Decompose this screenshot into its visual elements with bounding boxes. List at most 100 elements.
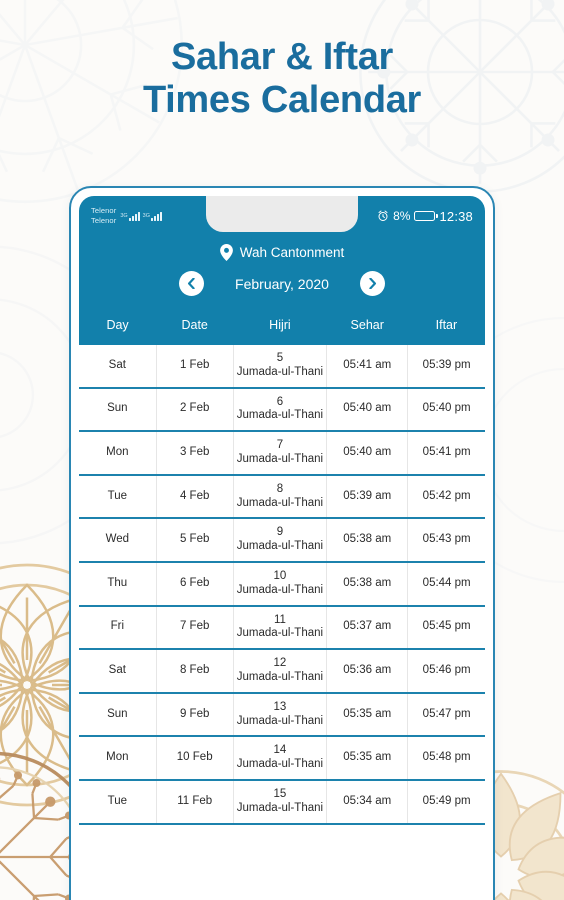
hijri-day-number: 14 <box>273 744 287 757</box>
cell-date: 4 Feb <box>156 474 234 520</box>
signal-bars-icon-sim2 <box>151 211 162 221</box>
hijri-day-number: 12 <box>273 657 287 670</box>
column-header-sehar: Sehar <box>326 306 408 345</box>
table-row[interactable]: Mon 10 Feb 14 Jumada-ul-Thani 05:35 am 05:48 … <box>79 736 485 781</box>
alarm-clock-icon <box>378 210 388 221</box>
hijri-month-name: Jumada-ul-Thani <box>236 801 324 814</box>
cell-hijri: 15 Jumada-ul-Thani <box>233 779 328 825</box>
month-navigation: February, 2020 <box>79 261 485 296</box>
chevron-right-icon <box>369 278 377 289</box>
signal-sim2: 3G <box>143 211 162 221</box>
hijri-month-name: Jumada-ul-Thani <box>236 758 324 771</box>
cell-sehar: 05:35 am <box>326 736 409 781</box>
cell-iftar: 05:42 pm <box>407 474 485 520</box>
cell-hijri: 12 Jumada-ul-Thani <box>233 649 328 694</box>
map-pin-icon <box>219 244 233 261</box>
cell-iftar: 05:47 pm <box>407 692 485 738</box>
hijri-month-name: Jumada-ul-Thani <box>236 496 324 509</box>
cell-date: 5 Feb <box>156 518 234 563</box>
cell-day: Tue <box>79 779 157 825</box>
cell-hijri: 7 Jumada-ul-Thani <box>233 431 328 476</box>
cell-sehar: 05:41 am <box>326 345 409 389</box>
hijri-day-number: 9 <box>276 526 284 539</box>
cell-iftar: 05:49 pm <box>407 779 485 825</box>
previous-month-button[interactable] <box>179 271 204 296</box>
cell-sehar: 05:35 am <box>326 692 409 738</box>
cell-date: 2 Feb <box>156 387 234 433</box>
location-label: Wah Cantonment <box>239 245 345 260</box>
hijri-day-number: 13 <box>273 700 287 713</box>
table-header: Day Date Hijri Sehar Iftar <box>79 306 485 345</box>
cell-sehar: 05:40 am <box>326 431 409 476</box>
table-row[interactable]: Sat 8 Feb 12 Jumada-ul-Thani 05:36 am 05:46 p… <box>79 649 485 694</box>
cell-hijri: 6 Jumada-ul-Thani <box>233 387 328 433</box>
cell-sehar: 05:36 am <box>326 649 409 694</box>
cell-day: Tue <box>79 474 157 520</box>
table-row[interactable]: Thu 6 Feb 10 Jumada-ul-Thani 05:38 am 05:44 p… <box>79 561 485 607</box>
hijri-month-name: Jumada-ul-Thani <box>236 540 324 553</box>
promo-screenshot: Sahar & Iftar Times Calendar Telenor Tel… <box>0 0 564 900</box>
table-row[interactable]: Fri 7 Feb 11 Jumada-ul-Thani 05:37 am 05:45 p… <box>79 605 485 651</box>
cell-iftar: 05:40 pm <box>407 387 485 433</box>
cell-date: 1 Feb <box>156 345 234 389</box>
cell-sehar: 05:38 am <box>326 561 409 607</box>
cell-sehar: 05:34 am <box>326 779 409 825</box>
hijri-day-number: 6 <box>276 395 284 408</box>
current-month-label: February, 2020 <box>235 275 329 292</box>
cell-hijri: 11 Jumada-ul-Thani <box>233 605 328 651</box>
hijri-day-number: 10 <box>273 569 287 582</box>
network-type-label-sim1: 3G <box>120 212 128 219</box>
column-header-iftar: Iftar <box>407 306 485 345</box>
hijri-day-number: 7 <box>276 439 284 452</box>
hijri-month-name: Jumada-ul-Thani <box>236 365 324 378</box>
cell-day: Wed <box>79 518 157 563</box>
status-bar-right: 8% 12:38 <box>377 209 473 224</box>
table-row[interactable]: Sun 2 Feb 6 Jumada-ul-Thani 05:40 am 05:40 pm <box>79 387 485 433</box>
phone-screen: Telenor Telenor 3G 3G 8% 12:38 Wah Canto… <box>79 196 485 900</box>
cell-day: Fri <box>79 605 157 651</box>
carrier-info: Telenor Telenor 3G 3G <box>91 206 162 227</box>
table-row[interactable]: Tue 4 Feb 8 Jumada-ul-Thani 05:39 am 05:42 pm <box>79 474 485 520</box>
hijri-month-name: Jumada-ul-Thani <box>236 452 324 465</box>
cell-day: Mon <box>79 736 157 781</box>
table-row[interactable]: Sun 9 Feb 13 Jumada-ul-Thani 05:35 am 05:47 p… <box>79 692 485 738</box>
cell-date: 3 Feb <box>156 431 234 476</box>
status-bar: Telenor Telenor 3G 3G 8% 12:38 <box>79 196 485 236</box>
cell-sehar: 05:38 am <box>326 518 409 563</box>
cell-date: 7 Feb <box>156 605 234 651</box>
carrier-name-sim1: Telenor <box>91 205 117 215</box>
table-body: Sat 1 Feb 5 Jumada-ul-Thani 05:41 am 05:39 pm… <box>79 345 485 825</box>
table-row[interactable]: Sat 1 Feb 5 Jumada-ul-Thani 05:41 am 05:39 pm <box>79 345 485 389</box>
table-row[interactable]: Tue 11 Feb 15 Jumada-ul-Thani 05:34 am 05:49 … <box>79 779 485 825</box>
hijri-month-name: Jumada-ul-Thani <box>236 627 324 640</box>
cell-day: Sun <box>79 387 157 433</box>
cell-hijri: 5 Jumada-ul-Thani <box>233 345 328 389</box>
cell-iftar: 05:48 pm <box>407 736 485 781</box>
hijri-day-number: 15 <box>273 787 287 800</box>
signal-indicators: 3G 3G <box>120 211 162 221</box>
status-bar-clock: 12:38 <box>439 208 473 224</box>
cell-day: Sun <box>79 692 157 738</box>
cell-hijri: 14 Jumada-ul-Thani <box>233 736 328 781</box>
next-month-button[interactable] <box>360 271 385 296</box>
hijri-month-name: Jumada-ul-Thani <box>236 670 324 683</box>
page-title-line-2: Times Calendar <box>142 79 422 122</box>
cell-iftar: 05:46 pm <box>407 649 485 694</box>
phone-notch <box>206 196 358 232</box>
table-row[interactable]: Wed 5 Feb 9 Jumada-ul-Thani 05:38 am 05:43 pm <box>79 518 485 563</box>
carrier-name-sim2: Telenor <box>91 216 117 225</box>
cell-iftar: 05:45 pm <box>407 605 485 651</box>
cell-hijri: 10 Jumada-ul-Thani <box>233 561 328 607</box>
cell-day: Mon <box>79 431 157 476</box>
location-row[interactable]: Wah Cantonment <box>79 236 485 261</box>
column-header-day: Day <box>79 306 157 345</box>
hijri-month-name: Jumada-ul-Thani <box>236 714 324 727</box>
cell-iftar: 05:44 pm <box>407 561 485 607</box>
cell-date: 11 Feb <box>156 779 234 825</box>
carrier-names: Telenor Telenor <box>91 206 116 227</box>
cell-date: 10 Feb <box>156 736 234 781</box>
cell-sehar: 05:40 am <box>326 387 409 433</box>
battery-percent-label: 8% <box>393 209 411 223</box>
table-row[interactable]: Mon 3 Feb 7 Jumada-ul-Thani 05:40 am 05:41 pm <box>79 431 485 476</box>
cell-hijri: 13 Jumada-ul-Thani <box>233 692 328 738</box>
